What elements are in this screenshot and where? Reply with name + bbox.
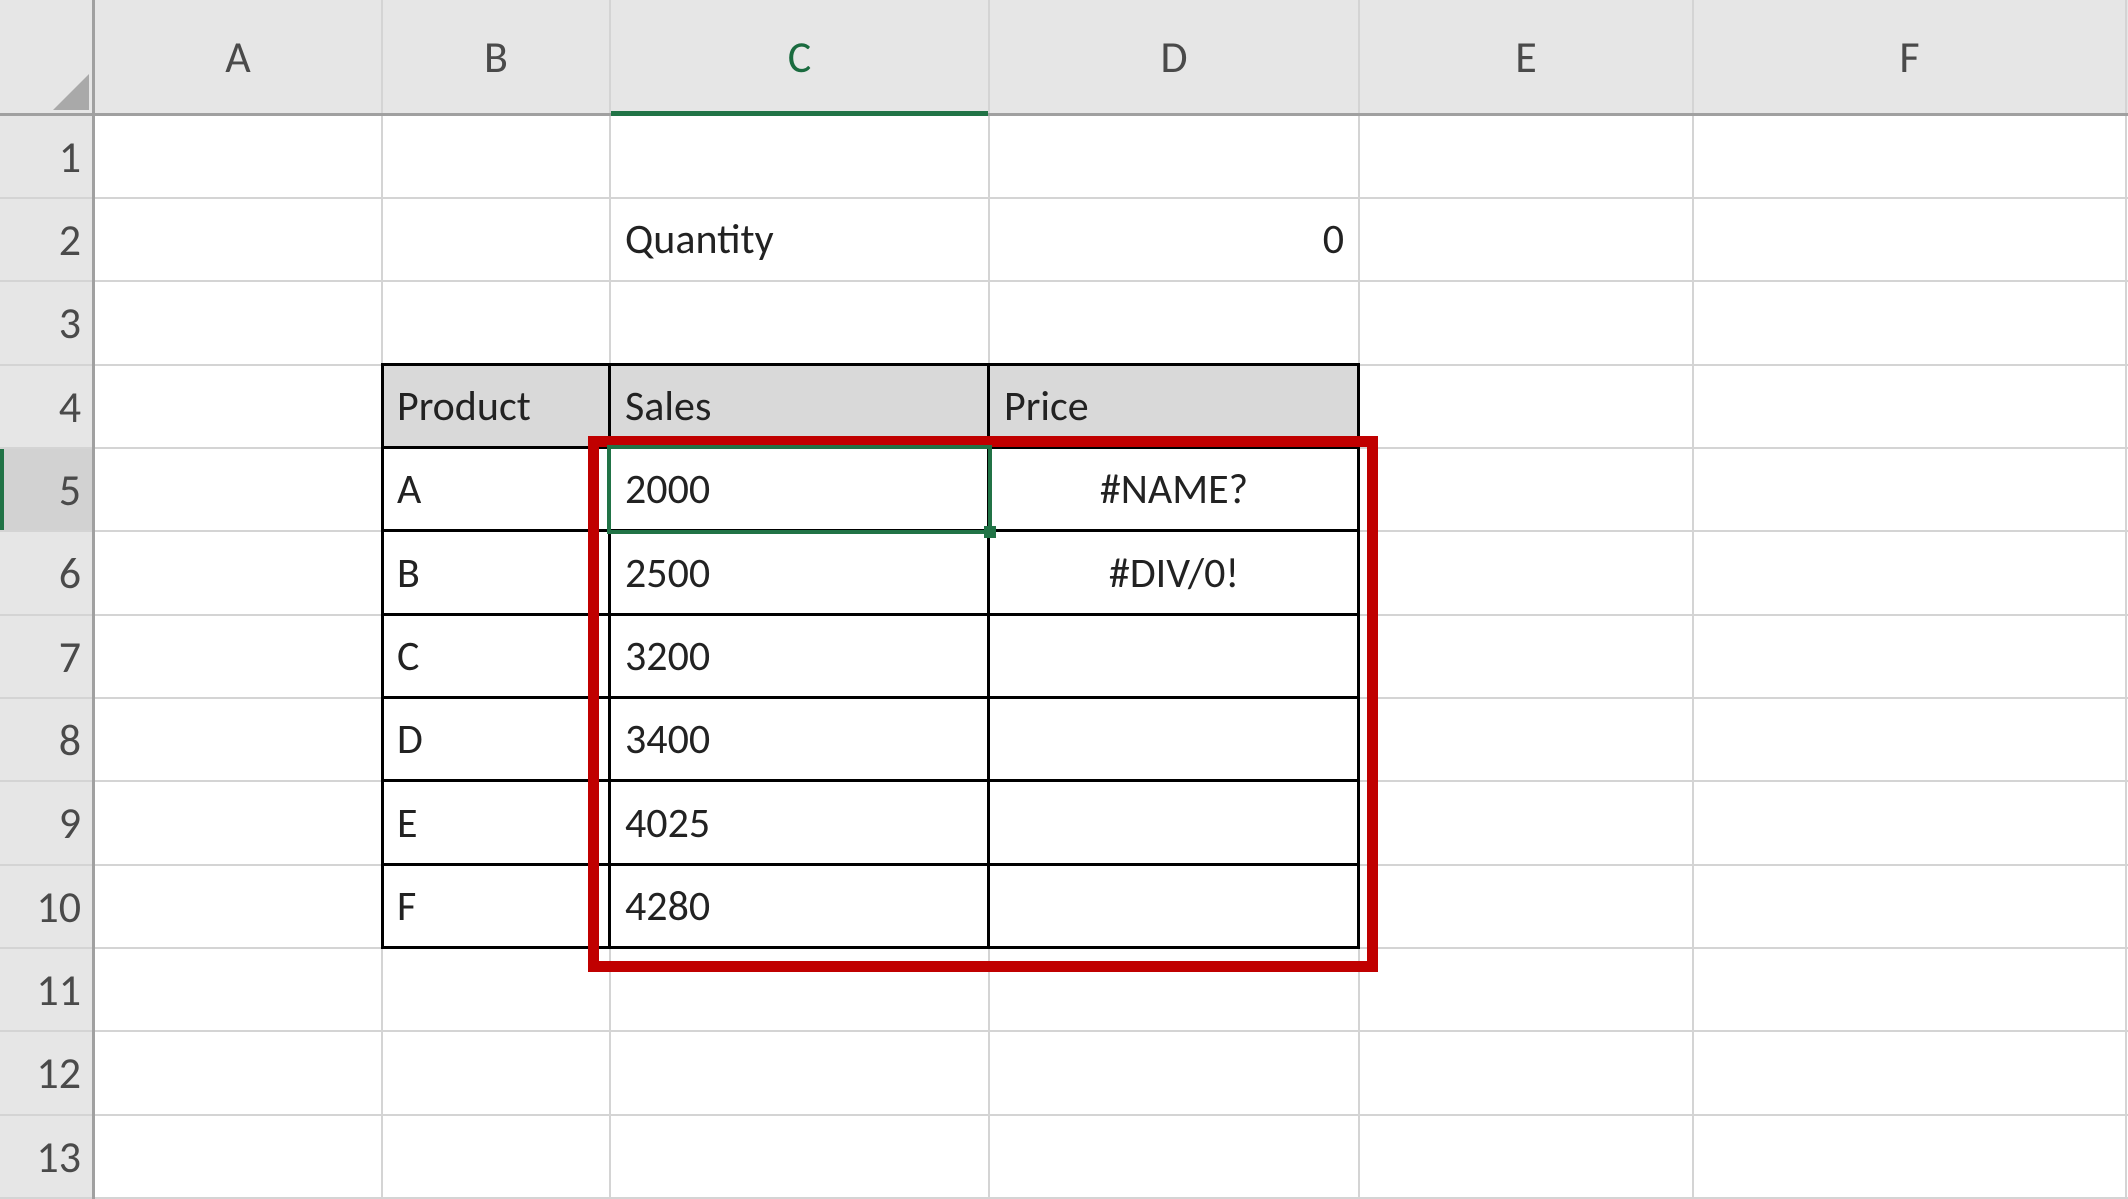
col-header-B[interactable]: B bbox=[383, 0, 609, 114]
cell-text: 3400 bbox=[625, 714, 710, 765]
row-header-label: 3 bbox=[59, 296, 81, 350]
cell-text: D bbox=[397, 714, 423, 765]
col-header-label: F bbox=[1899, 30, 1919, 84]
cell-text: 4025 bbox=[625, 798, 710, 849]
cell-B8[interactable]: D bbox=[383, 699, 609, 780]
cell-B4[interactable]: Product bbox=[383, 366, 609, 447]
cell-C2[interactable]: Quantity bbox=[611, 199, 988, 280]
row-header-8[interactable]: 8 bbox=[0, 699, 93, 780]
cell-text: 3200 bbox=[625, 631, 710, 682]
row-header-label: 2 bbox=[59, 213, 81, 267]
cell-text: 0 bbox=[1323, 214, 1344, 265]
cell-D6[interactable]: #DIV/0! bbox=[990, 532, 1358, 614]
cell-C4[interactable]: Sales bbox=[611, 366, 988, 447]
col-header-label: B bbox=[484, 30, 508, 84]
col-header-active-underline bbox=[611, 111, 988, 116]
cell-C8[interactable]: 3400 bbox=[611, 699, 988, 780]
cell-text: A bbox=[397, 464, 421, 515]
cell-B9[interactable]: E bbox=[383, 782, 609, 864]
row-header-12[interactable]: 12 bbox=[0, 1032, 93, 1114]
cell-text: Sales bbox=[625, 381, 711, 432]
cell-C10[interactable]: 4280 bbox=[611, 866, 988, 947]
row-header-label: 9 bbox=[59, 796, 81, 850]
row-header-label: 6 bbox=[59, 546, 81, 600]
spreadsheet[interactable]: A B C D E F 1 2 3 4 5 6 7 8 9 10 11 12 1… bbox=[0, 0, 2128, 1199]
cell-D9[interactable] bbox=[990, 782, 1358, 864]
row-header-4[interactable]: 4 bbox=[0, 366, 93, 447]
row-header-label: 1 bbox=[59, 130, 81, 184]
cell-C9[interactable]: 4025 bbox=[611, 782, 988, 864]
cell-B5[interactable]: A bbox=[383, 449, 609, 530]
col-header-C[interactable]: C bbox=[611, 0, 988, 114]
row-header-2[interactable]: 2 bbox=[0, 199, 93, 280]
cell-B7[interactable]: C bbox=[383, 616, 609, 697]
row-header-label: 4 bbox=[59, 380, 81, 434]
col-header-label: A bbox=[225, 30, 250, 84]
cell-D2[interactable]: 0 bbox=[990, 199, 1358, 280]
cell-text: 2500 bbox=[625, 548, 710, 599]
col-header-E[interactable]: E bbox=[1360, 0, 1692, 114]
row-header-label: 8 bbox=[59, 713, 81, 767]
cell-text: #NAME? bbox=[1100, 464, 1248, 515]
row-header-label: 10 bbox=[36, 880, 81, 934]
cell-text: #DIV/0! bbox=[1109, 548, 1239, 599]
cell-C5[interactable]: 2000 bbox=[611, 449, 988, 530]
cell-B10[interactable]: F bbox=[383, 866, 609, 947]
col-header-label: E bbox=[1515, 30, 1536, 84]
cell-text: 2000 bbox=[625, 464, 710, 515]
col-header-F[interactable]: F bbox=[1694, 0, 2125, 114]
row-header-1[interactable]: 1 bbox=[0, 116, 93, 197]
cell-D8[interactable] bbox=[990, 699, 1358, 780]
row-header-11[interactable]: 11 bbox=[0, 949, 93, 1030]
row-header-9[interactable]: 9 bbox=[0, 782, 93, 864]
cell-D4[interactable]: Price bbox=[990, 366, 1358, 447]
row-header-3[interactable]: 3 bbox=[0, 282, 93, 364]
cell-text: C bbox=[397, 631, 419, 682]
row-header-13[interactable]: 13 bbox=[0, 1116, 93, 1197]
row-header-6[interactable]: 6 bbox=[0, 532, 93, 614]
cell-text: Quantity bbox=[625, 214, 774, 265]
cell-text: 4280 bbox=[625, 881, 710, 932]
row-header-5[interactable]: 5 bbox=[0, 449, 93, 530]
cell-C6[interactable]: 2500 bbox=[611, 532, 988, 614]
cell-text: Price bbox=[1004, 381, 1089, 432]
row-header-10[interactable]: 10 bbox=[0, 866, 93, 947]
row-header-7[interactable]: 7 bbox=[0, 616, 93, 697]
row-header-label: 12 bbox=[36, 1046, 81, 1100]
cell-D5[interactable]: #NAME? bbox=[990, 449, 1358, 530]
cell-B6[interactable]: B bbox=[383, 532, 609, 614]
cell-D10[interactable] bbox=[990, 866, 1358, 947]
cell-text: F bbox=[397, 881, 416, 932]
cell-text: Product bbox=[397, 381, 531, 432]
col-header-label: D bbox=[1160, 30, 1187, 84]
select-all-corner[interactable] bbox=[0, 0, 95, 116]
select-all-triangle-icon bbox=[53, 74, 89, 110]
cell-D7[interactable] bbox=[990, 616, 1358, 697]
row-header-label: 11 bbox=[36, 963, 81, 1017]
col-header-label: C bbox=[788, 30, 811, 84]
cell-text: B bbox=[397, 548, 420, 599]
cell-C7[interactable]: 3200 bbox=[611, 616, 988, 697]
row-header-label: 13 bbox=[36, 1130, 81, 1184]
cell-text: E bbox=[397, 798, 418, 849]
row-header-label: 5 bbox=[59, 463, 81, 517]
row-header-label: 7 bbox=[59, 630, 81, 684]
col-header-A[interactable]: A bbox=[95, 0, 381, 114]
col-header-D[interactable]: D bbox=[990, 0, 1358, 114]
